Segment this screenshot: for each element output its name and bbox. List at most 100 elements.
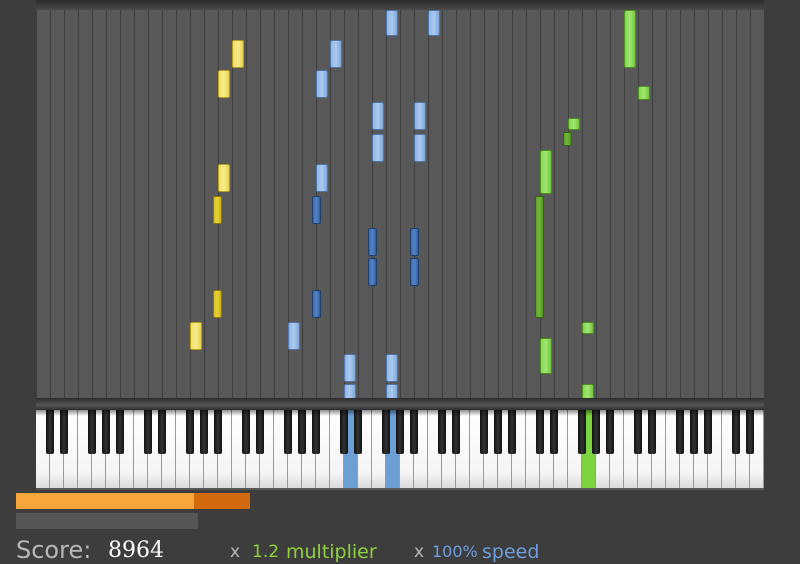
black-key[interactable]: [284, 410, 292, 454]
black-key[interactable]: [116, 410, 124, 454]
lane-divider: [176, 8, 177, 400]
black-key[interactable]: [704, 410, 712, 454]
falling-note-yellow: [232, 40, 244, 68]
hit-line: [36, 398, 764, 410]
black-key[interactable]: [46, 410, 54, 454]
lane-divider: [414, 8, 415, 400]
black-key[interactable]: [102, 410, 110, 454]
black-key[interactable]: [508, 410, 516, 454]
lane-divider: [400, 8, 401, 400]
lane-divider: [596, 8, 597, 400]
black-key[interactable]: [438, 410, 446, 454]
black-key[interactable]: [312, 410, 320, 454]
score-value: 8964: [108, 538, 164, 563]
black-key[interactable]: [410, 410, 418, 454]
falling-note-blue: [312, 290, 321, 318]
falling-note-green: [563, 132, 572, 146]
piano-keyboard[interactable]: [36, 410, 764, 488]
black-key[interactable]: [214, 410, 222, 454]
lane-divider: [722, 8, 723, 400]
black-key[interactable]: [200, 410, 208, 454]
falling-note-blue: [316, 70, 328, 98]
black-key[interactable]: [186, 410, 194, 454]
piano-roll: [36, 0, 764, 490]
falling-note-blue: [316, 164, 328, 192]
falling-note-blue: [312, 196, 321, 224]
top-edge-shadow: [36, 0, 764, 10]
lane-divider: [92, 8, 93, 400]
lane-divider: [428, 8, 429, 400]
lane-divider: [736, 8, 737, 400]
black-key[interactable]: [382, 410, 390, 454]
black-key[interactable]: [494, 410, 502, 454]
black-key[interactable]: [144, 410, 152, 454]
lane-divider: [582, 8, 583, 400]
lane-divider: [274, 8, 275, 400]
black-key[interactable]: [746, 410, 754, 454]
lane-divider: [358, 8, 359, 400]
lane-divider: [512, 8, 513, 400]
song-progress-fill: [16, 493, 194, 509]
lane-divider: [498, 8, 499, 400]
lane-divider: [554, 8, 555, 400]
black-key[interactable]: [676, 410, 684, 454]
falling-note-green: [535, 196, 544, 318]
black-key[interactable]: [648, 410, 656, 454]
falling-note-blue: [414, 102, 426, 130]
lane-divider: [148, 8, 149, 400]
falling-note-blue: [386, 10, 398, 36]
game-screen: Score: 8964 x 1.2 multiplier x 100% spee…: [0, 0, 800, 564]
black-key[interactable]: [634, 410, 642, 454]
lane-divider: [106, 8, 107, 400]
speed-value: 100%: [432, 542, 478, 561]
black-key[interactable]: [242, 410, 250, 454]
piano-roll-frame: [0, 0, 800, 492]
falling-note-blue: [344, 354, 356, 382]
black-key[interactable]: [606, 410, 614, 454]
lane-divider: [36, 8, 37, 400]
falling-note-blue: [288, 322, 300, 350]
black-key[interactable]: [60, 410, 68, 454]
falling-note-green: [540, 150, 552, 194]
lane-divider: [120, 8, 121, 400]
black-key[interactable]: [578, 410, 586, 454]
black-key[interactable]: [452, 410, 460, 454]
falling-note-yellow: [218, 70, 230, 98]
black-key[interactable]: [732, 410, 740, 454]
black-key[interactable]: [88, 410, 96, 454]
lane-divider: [568, 8, 569, 400]
black-key[interactable]: [536, 410, 544, 454]
black-key[interactable]: [550, 410, 558, 454]
lane-divider: [372, 8, 373, 400]
black-key[interactable]: [158, 410, 166, 454]
lane-divider: [484, 8, 485, 400]
black-key[interactable]: [592, 410, 600, 454]
lane-divider: [638, 8, 639, 400]
black-key[interactable]: [480, 410, 488, 454]
lane-divider: [302, 8, 303, 400]
lane-divider: [344, 8, 345, 400]
black-key[interactable]: [298, 410, 306, 454]
black-key[interactable]: [256, 410, 264, 454]
lane-divider: [652, 8, 653, 400]
falling-note-blue: [410, 258, 419, 286]
black-key[interactable]: [396, 410, 404, 454]
black-key[interactable]: [354, 410, 362, 454]
falling-note-blue: [428, 10, 440, 36]
lane-divider: [526, 8, 527, 400]
black-key[interactable]: [690, 410, 698, 454]
keyboard-shadow: [36, 410, 764, 416]
lane-divider: [470, 8, 471, 400]
falling-note-green: [568, 118, 580, 130]
lane-divider: [204, 8, 205, 400]
lane-divider: [162, 8, 163, 400]
black-key[interactable]: [340, 410, 348, 454]
multiplier-prefix: x: [230, 542, 241, 562]
falling-note-blue: [368, 258, 377, 286]
falling-note-green: [624, 10, 636, 68]
lane-divider: [456, 8, 457, 400]
lane-divider: [386, 8, 387, 400]
lane-divider: [610, 8, 611, 400]
secondary-progress-track: [16, 513, 198, 529]
falling-note-blue: [414, 134, 426, 162]
